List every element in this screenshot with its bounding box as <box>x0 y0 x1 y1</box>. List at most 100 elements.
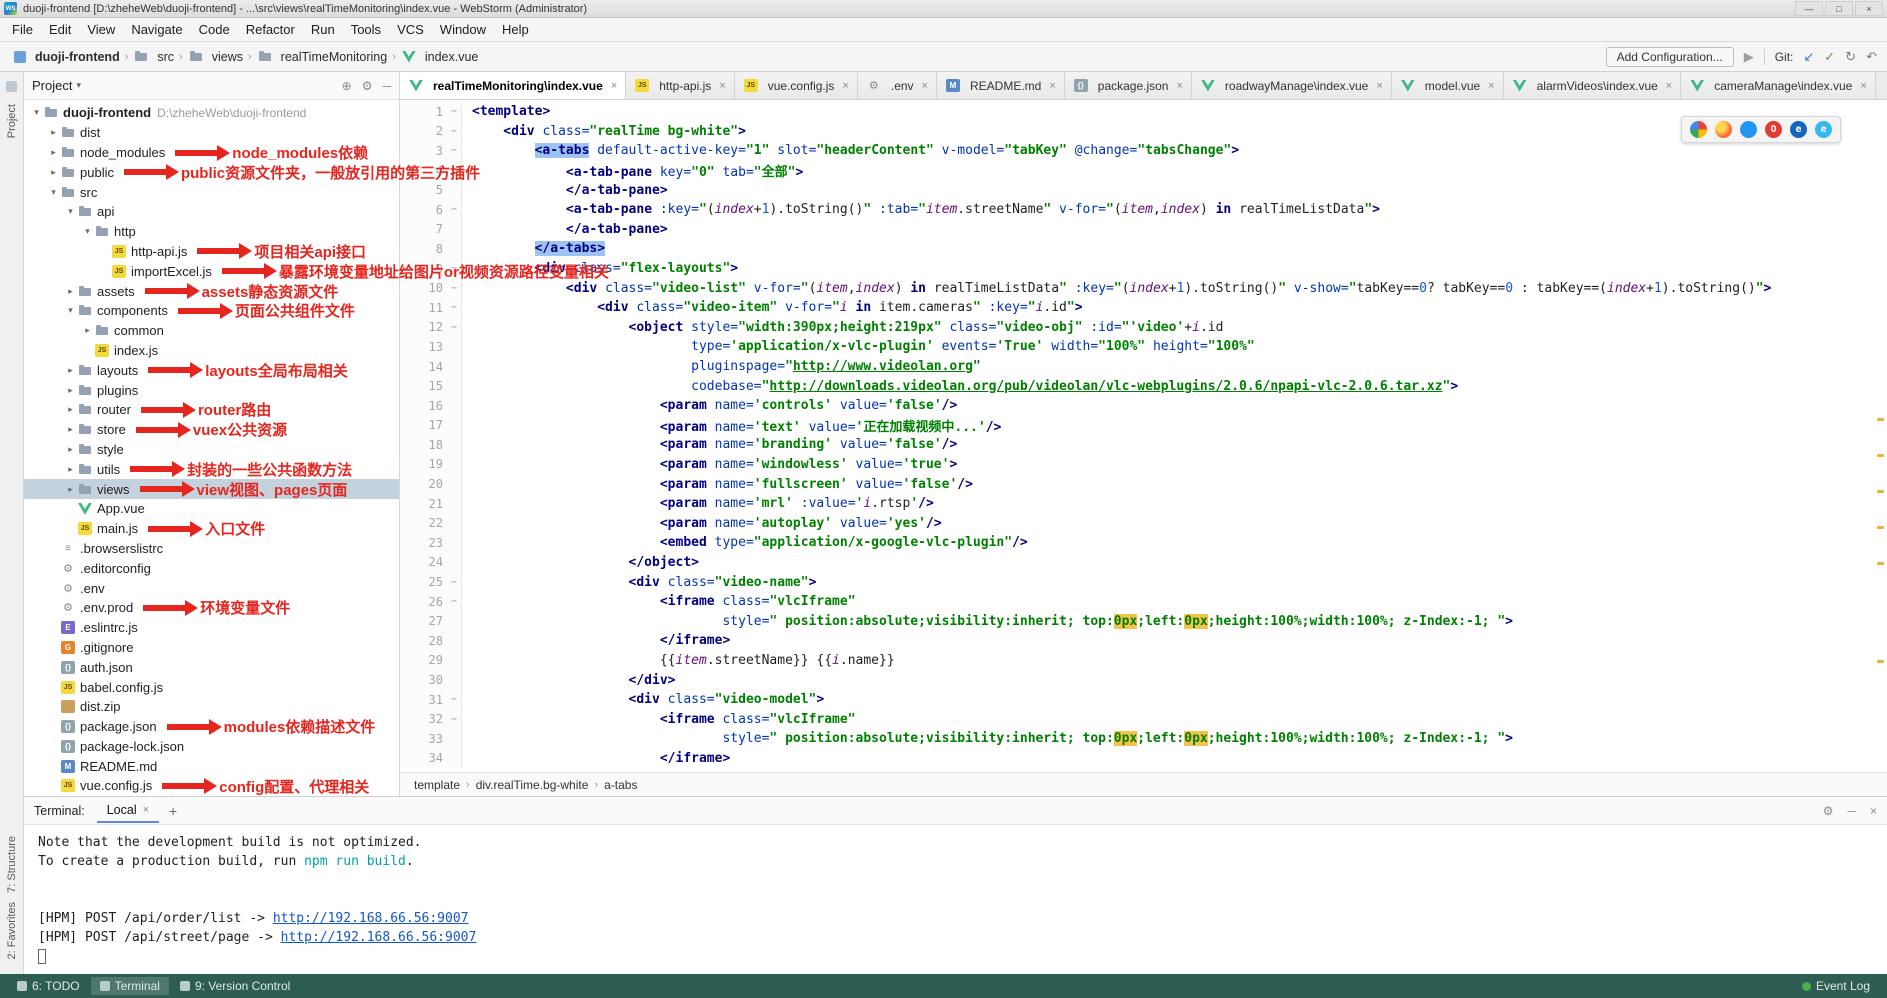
vcs-commit-icon[interactable]: ✓ <box>1824 50 1835 63</box>
chevron-closed-icon[interactable]: ▸ <box>47 147 60 158</box>
tree-item-main.js[interactable]: JSmain.js入口文件 <box>24 519 399 539</box>
code-line[interactable]: 34</iframe> <box>400 749 1887 769</box>
statusbar-9-version-control[interactable]: 9: Version Control <box>171 977 299 995</box>
breadcrumb-item-realTimeMonitoring[interactable]: realTimeMonitoring <box>254 49 391 65</box>
tree-item-layouts[interactable]: ▸layoutslayouts全局布局相关 <box>24 360 399 380</box>
menu-code[interactable]: Code <box>191 20 238 39</box>
fold-marker-icon[interactable]: − <box>447 106 461 117</box>
close-icon[interactable]: × <box>1049 80 1055 92</box>
project-view-selector[interactable]: Project <box>32 78 72 93</box>
code-line[interactable]: 13type='application/x-vlc-plugin' events… <box>400 337 1887 357</box>
close-button[interactable]: × <box>1855 1 1883 16</box>
tree-item-importExcel.js[interactable]: JSimportExcel.js暴露环境变量地址给图片or视频资源路径变量相关 <box>24 261 617 281</box>
tree-item-.browserslistrc[interactable]: ≡.browserslistrc <box>24 539 399 559</box>
breadcrumb-item-duoji-frontend[interactable]: duoji-frontend <box>10 49 123 65</box>
tree-item-.editorconfig[interactable]: ⚙.editorconfig <box>24 558 399 578</box>
tree-item-.env[interactable]: ⚙.env <box>24 578 399 598</box>
tree-item-http-api.js[interactable]: JShttp-api.js项目相关api接口 <box>24 242 399 262</box>
menu-view[interactable]: View <box>79 20 123 39</box>
tree-item-.env.prod[interactable]: ⚙.env.prod环境变量文件 <box>24 598 399 618</box>
code-line[interactable]: 25−<div class="video-name"> <box>400 572 1887 592</box>
code-line[interactable]: 26−<iframe class="vlcIframe" <box>400 592 1887 612</box>
menu-window[interactable]: Window <box>432 20 494 39</box>
chevron-open-icon[interactable]: ▾ <box>81 226 94 237</box>
chevron-open-icon[interactable]: ▾ <box>64 206 77 217</box>
tab-http-api-js[interactable]: JShttp-api.js× <box>626 72 734 99</box>
close-icon[interactable]: × <box>1860 80 1866 92</box>
rollback-icon[interactable]: ↶ <box>1866 50 1877 63</box>
vcs-update-icon[interactable]: ↙ <box>1803 50 1814 63</box>
tree-item-dist.zip[interactable]: dist.zip <box>24 697 399 717</box>
fold-marker-icon[interactable]: − <box>447 145 461 156</box>
statusbar-6-todo[interactable]: 6: TODO <box>8 977 89 995</box>
tab-realTimeMonitoring-index-vue[interactable]: realTimeMonitoring\index.vue× <box>400 72 626 99</box>
tree-item-App.vue[interactable]: App.vue <box>24 499 399 519</box>
close-icon[interactable]: × <box>1176 80 1182 92</box>
code-line[interactable]: 27style=" position:absolute;visibility:i… <box>400 611 1887 631</box>
tree-item-plugins[interactable]: ▸plugins <box>24 380 399 400</box>
terminal-tab-local[interactable]: Local × <box>97 799 159 823</box>
fold-marker-icon[interactable]: − <box>447 596 461 607</box>
menu-help[interactable]: Help <box>494 20 537 39</box>
fold-marker-icon[interactable]: − <box>447 302 461 313</box>
close-icon[interactable]: × <box>719 80 725 92</box>
tab-model-vue[interactable]: model.vue× <box>1392 72 1504 99</box>
breadcrumb-item-views[interactable]: views <box>185 49 246 65</box>
fold-marker-icon[interactable]: − <box>447 126 461 137</box>
error-stripe-mark[interactable] <box>1877 526 1884 529</box>
code-line[interactable]: 9−<div class="flex-layouts"> <box>400 259 1887 279</box>
tree-item-http[interactable]: ▾http <box>24 222 399 242</box>
chevron-open-icon[interactable]: ▾ <box>64 305 77 316</box>
code-line[interactable]: 8</a-tabs> <box>400 239 1887 259</box>
tab-roadwayManage-index-vue[interactable]: roadwayManage\index.vue× <box>1192 72 1392 99</box>
code-editor[interactable]: 1−<template>2−<div class="realTime bg-wh… <box>400 100 1887 772</box>
chevron-closed-icon[interactable]: ▸ <box>64 365 77 376</box>
menu-vcs[interactable]: VCS <box>389 20 432 39</box>
error-stripe-mark[interactable] <box>1877 418 1884 421</box>
gear-icon[interactable]: ⚙ <box>1823 804 1834 818</box>
code-line[interactable]: 17<param name='text' value='正在加载视频中...'/… <box>400 416 1887 436</box>
breadcrumb-item-index.vue[interactable]: index.vue <box>398 49 482 65</box>
chevron-closed-icon[interactable]: ▸ <box>64 444 77 455</box>
tab-cameraManage-index-vue[interactable]: cameraManage\index.vue× <box>1681 72 1876 99</box>
firefox-browser-icon[interactable] <box>1715 121 1732 138</box>
tree-item-babel.config.js[interactable]: JSbabel.config.js <box>24 677 399 697</box>
tree-item-router[interactable]: ▸routerrouter路由 <box>24 400 399 420</box>
tree-item-components[interactable]: ▾components页面公共组件文件 <box>24 301 399 321</box>
tab-vue-config-js[interactable]: JSvue.config.js× <box>735 72 858 99</box>
history-icon[interactable]: ↻ <box>1845 50 1856 63</box>
tree-item-assets[interactable]: ▸assetsassets静态资源文件 <box>24 281 399 301</box>
code-line[interactable]: 32−<iframe class="vlcIframe" <box>400 709 1887 729</box>
tab-README-md[interactable]: MREADME.md× <box>937 72 1065 99</box>
fold-marker-icon[interactable]: − <box>447 322 461 333</box>
stripe-button-project[interactable]: Project <box>6 104 18 138</box>
code-line[interactable]: 24</object> <box>400 553 1887 573</box>
chevron-closed-icon[interactable]: ▸ <box>64 404 77 415</box>
chevron-closed-icon[interactable]: ▸ <box>47 127 60 138</box>
stripe-button-7-structure[interactable]: 7: Structure <box>6 836 18 893</box>
code-line[interactable]: 29{{item.streetName}} {{i.name}} <box>400 651 1887 671</box>
error-stripe-mark[interactable] <box>1877 454 1884 457</box>
code-line[interactable]: 3−<a-tabs default-active-key="1" slot="h… <box>400 141 1887 161</box>
chevron-down-icon[interactable]: ▾ <box>76 80 81 91</box>
code-line[interactable]: 18<param name='branding' value='false'/> <box>400 435 1887 455</box>
tree-item-dist[interactable]: ▸dist <box>24 123 399 143</box>
fold-marker-icon[interactable]: − <box>447 204 461 215</box>
close-icon[interactable]: × <box>143 804 149 816</box>
tree-item-duoji-frontend[interactable]: ▾duoji-frontendD:\zheheWeb\duoji-fronten… <box>24 103 399 123</box>
code-line[interactable]: 21<param name='mrl' :value='i.rtsp'/> <box>400 494 1887 514</box>
statusbar-event-log[interactable]: Event Log <box>1793 977 1879 995</box>
menu-file[interactable]: File <box>4 20 41 39</box>
chrome-browser-icon[interactable] <box>1690 121 1707 138</box>
hide-terminal-icon[interactable]: ─ <box>1847 804 1856 818</box>
tree-item-style[interactable]: ▸style <box>24 440 399 460</box>
chevron-closed-icon[interactable]: ▸ <box>64 464 77 475</box>
fold-marker-icon[interactable]: − <box>447 577 461 588</box>
chevron-closed-icon[interactable]: ▸ <box>64 385 77 396</box>
tree-item-package-lock.json[interactable]: {}package-lock.json <box>24 737 399 757</box>
code-line[interactable]: 14pluginspage="http://www.videolan.org" <box>400 357 1887 377</box>
tree-item-store[interactable]: ▸storevuex公共资源 <box>24 420 399 440</box>
new-terminal-icon[interactable]: + <box>169 803 177 819</box>
code-line[interactable]: 20<param name='fullscreen' value='false'… <box>400 474 1887 494</box>
close-icon[interactable]: × <box>1376 80 1382 92</box>
